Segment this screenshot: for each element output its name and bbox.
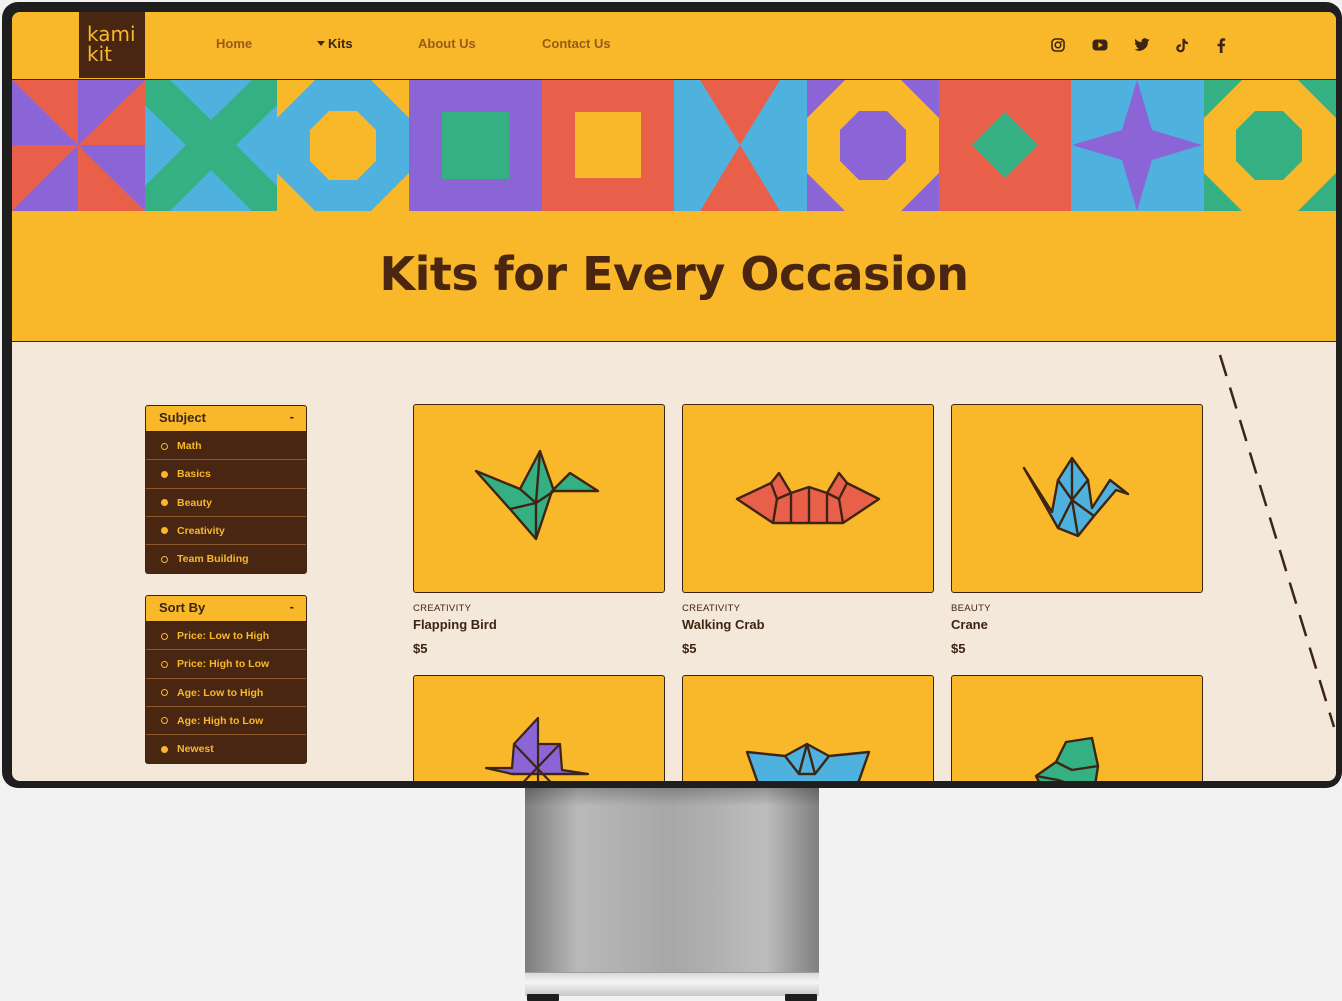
product-price: $5: [413, 641, 428, 656]
sort-option-age-high-low[interactable]: Age: High to Low: [146, 707, 306, 736]
product-name[interactable]: Crane: [951, 617, 988, 632]
origami-bird-icon: [474, 449, 600, 540]
instagram-icon[interactable]: [1050, 37, 1066, 53]
youtube-icon[interactable]: [1092, 37, 1108, 53]
nav-about[interactable]: About Us: [418, 36, 476, 51]
product-category: CREATIVITY: [413, 603, 472, 614]
filter-option-math[interactable]: Math: [146, 432, 306, 461]
origami-crab-icon: [735, 471, 881, 524]
origami-animal-icon: [1034, 736, 1100, 781]
page-title: Kits for Every Occasion: [379, 247, 969, 301]
nav-home[interactable]: Home: [216, 36, 252, 51]
radio-icon: [161, 499, 168, 507]
nav-kits-label: Kits: [328, 36, 353, 51]
monitor-stand-base: [525, 972, 819, 996]
product-image[interactable]: [413, 675, 665, 781]
facebook-icon[interactable]: [1213, 37, 1229, 53]
origami-boat-icon: [745, 742, 871, 781]
filter-option-label: Team Building: [177, 553, 249, 566]
radio-icon: [161, 470, 168, 478]
radio-icon: [161, 717, 168, 725]
product-image[interactable]: [413, 404, 665, 593]
website-screen: kami kit Home Kits About Us Contact Us K…: [12, 12, 1336, 781]
origami-crane-icon: [1022, 456, 1130, 537]
collapse-icon[interactable]: -: [290, 409, 294, 424]
product-price: $5: [951, 641, 966, 656]
geometric-pattern-banner: [12, 80, 1336, 211]
sort-option-label: Price: Low to High: [177, 630, 270, 642]
nav-contact[interactable]: Contact Us: [542, 36, 611, 51]
sort-option-age-low-high[interactable]: Age: Low to High: [146, 679, 306, 707]
logo[interactable]: kami kit: [79, 12, 145, 78]
sort-option-price-high-low[interactable]: Price: High to Low: [146, 650, 306, 679]
hero-section: Kits for Every Occasion: [12, 211, 1336, 342]
logo-line-2: kit: [87, 42, 112, 66]
radio-icon: [161, 745, 168, 753]
sort-option-newest[interactable]: Newest: [146, 735, 306, 763]
subject-filter: Subject - Math Basics Beauty Creativity …: [145, 405, 307, 575]
filter-option-label: Math: [177, 440, 202, 452]
sort-option-label: Newest: [177, 743, 214, 756]
sort-option-price-low-high[interactable]: Price: Low to High: [146, 622, 306, 651]
radio-icon: [161, 442, 168, 450]
filter-option-beauty[interactable]: Beauty: [146, 489, 306, 517]
caret-down-icon: [317, 41, 325, 46]
filter-option-basics[interactable]: Basics: [146, 460, 306, 489]
origami-pinwheel-icon: [484, 716, 590, 781]
product-name[interactable]: Flapping Bird: [413, 617, 497, 632]
product-price: $5: [682, 641, 697, 656]
filter-option-creativity[interactable]: Creativity: [146, 517, 306, 546]
product-category: BEAUTY: [951, 603, 991, 614]
monitor-stand: [525, 786, 819, 976]
product-name[interactable]: Walking Crab: [682, 617, 765, 632]
monitor-bezel: kami kit Home Kits About Us Contact Us K…: [2, 2, 1342, 788]
logo-line-1: kami: [87, 22, 136, 46]
product-image[interactable]: [951, 404, 1203, 593]
radio-icon: [161, 660, 168, 668]
product-image[interactable]: [951, 675, 1203, 781]
monitor-foot: [785, 994, 817, 1001]
collapse-icon[interactable]: -: [290, 599, 294, 614]
subject-filter-title: Subject: [159, 410, 206, 425]
top-nav: kami kit Home Kits About Us Contact Us: [12, 12, 1336, 80]
sort-option-label: Price: High to Low: [177, 658, 270, 671]
filter-option-label: Creativity: [177, 524, 225, 537]
filter-option-label: Beauty: [177, 496, 213, 509]
radio-icon: [161, 555, 168, 563]
product-category: CREATIVITY: [682, 603, 741, 614]
filter-option-label: Basics: [177, 468, 211, 481]
sort-filter-title: Sort By: [159, 600, 206, 615]
twitter-icon[interactable]: [1134, 37, 1150, 53]
sort-option-label: Age: High to Low: [177, 714, 264, 727]
sort-option-label: Age: Low to High: [177, 686, 264, 699]
decorative-dashed-line: [1218, 354, 1336, 728]
sort-filter-header[interactable]: Sort By -: [146, 596, 306, 622]
subject-filter-header[interactable]: Subject -: [146, 406, 306, 432]
radio-icon: [161, 527, 168, 535]
filter-option-team-building[interactable]: Team Building: [146, 545, 306, 573]
monitor-foot: [527, 994, 559, 1001]
tiktok-icon[interactable]: [1174, 37, 1190, 53]
radio-icon: [161, 632, 168, 640]
product-image[interactable]: [682, 675, 934, 781]
sort-filter: Sort By - Price: Low to High Price: High…: [145, 595, 307, 765]
radio-icon: [161, 689, 168, 697]
nav-kits[interactable]: Kits: [317, 36, 353, 51]
product-image[interactable]: [682, 404, 934, 593]
